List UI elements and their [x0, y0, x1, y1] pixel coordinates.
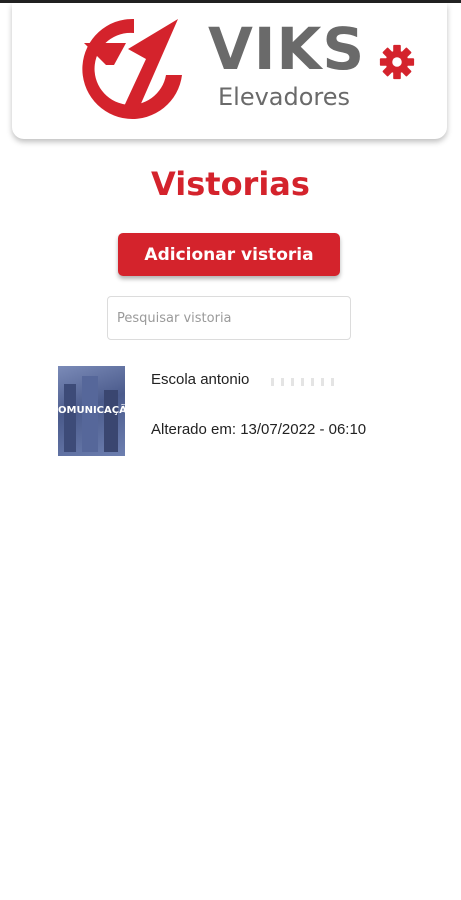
- add-inspection-button[interactable]: Adicionar vistoria: [118, 233, 340, 276]
- redacted-text: [271, 378, 341, 386]
- brand-subtitle: Elevadores: [218, 83, 351, 111]
- brand-name: VIKS: [208, 15, 366, 83]
- inspection-title: Escola antonio: [151, 371, 250, 388]
- inspection-modified-date: Alterado em: 13/07/2022 - 06:10: [151, 421, 367, 438]
- inspection-thumbnail: OMUNICAÇÃ: [58, 366, 125, 456]
- thumbnail-text: OMUNICAÇÃ: [58, 405, 125, 416]
- viks-logo-icon: [82, 18, 182, 119]
- page-title: Vistorias: [151, 165, 310, 203]
- search-input[interactable]: [107, 296, 351, 340]
- gear-icon[interactable]: [378, 43, 416, 81]
- list-item[interactable]: OMUNICAÇÃ Escola antonio Alterado em: 13…: [58, 366, 418, 458]
- app-header: VIKS Elevadores: [12, 3, 447, 139]
